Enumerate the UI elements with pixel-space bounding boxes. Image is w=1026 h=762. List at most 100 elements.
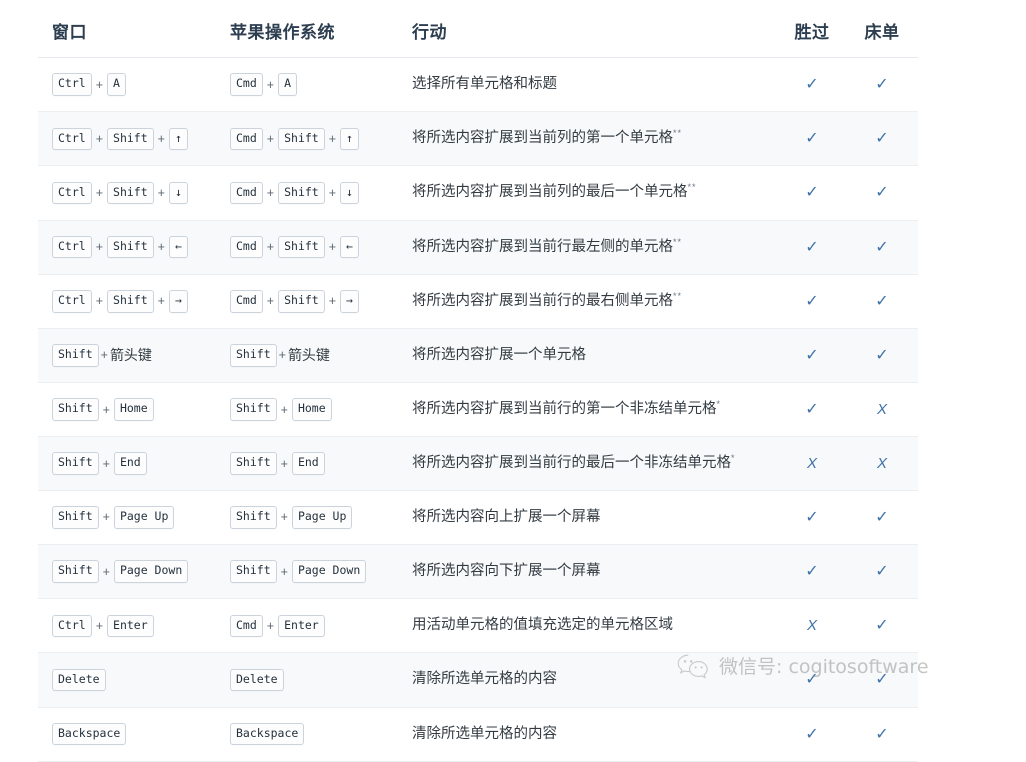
- key-cap: Shift: [278, 127, 325, 151]
- cross-icon: X: [806, 616, 817, 634]
- cell-action-description: 将所选内容扩展到当前行的最后一个非冻结单元格*: [398, 437, 778, 491]
- key-cap: Page Down: [113, 560, 189, 583]
- cell-excel-support: ✓: [778, 383, 846, 437]
- check-icon: ✓: [805, 671, 819, 689]
- cell-sheets-support: X: [846, 437, 918, 491]
- key-cap: End: [291, 452, 325, 475]
- table-row: Shift + End Shift + End 将所选内容扩展到当前行的最后一个非冻结单元格…: [38, 436, 918, 491]
- key-separator: +: [280, 564, 288, 579]
- cell-excel-support: ✓: [778, 653, 846, 707]
- cell-action-description: 将所选内容扩展到当前列的第一个单元格**: [398, 112, 778, 166]
- cell-action-description: 清除所选单元格的内容: [398, 653, 778, 707]
- key-separator: +: [266, 185, 275, 200]
- key-cap: Ctrl: [52, 73, 92, 96]
- cell-action-description: 清除所选单元格的内容: [398, 707, 778, 761]
- cell-sheets-support: X: [846, 383, 918, 437]
- key-separator: +: [266, 131, 275, 146]
- key-separator: +: [157, 185, 165, 200]
- cell-windows-shortcut: Shift + Page Up: [38, 490, 216, 544]
- key-cap: Shift: [52, 452, 99, 475]
- key-cap: Shift: [230, 398, 277, 421]
- key-cap: Enter: [278, 614, 325, 638]
- cell-sheets-support: ✓: [846, 58, 918, 112]
- key-cap: ↑: [168, 127, 188, 151]
- footnote-marker: *: [716, 399, 722, 410]
- check-icon: ✓: [805, 238, 819, 256]
- footnote-marker: **: [673, 291, 683, 301]
- key-cap: Ctrl: [52, 181, 92, 205]
- action-text: 将所选内容向上扩展一个屏幕: [412, 508, 601, 525]
- action-text: 将所选内容扩展到当前行最左侧的单元格: [412, 238, 673, 255]
- cell-windows-shortcut: Ctrl + Shift + ↑: [38, 112, 216, 166]
- key-cap: Backspace: [230, 722, 305, 746]
- cell-macos-shortcut: Cmd + Shift + →: [216, 274, 398, 328]
- key-cap: Shift: [230, 452, 277, 475]
- key-separator: +: [280, 402, 288, 417]
- cell-excel-support: X: [778, 437, 846, 491]
- table-row: Ctrl + A Cmd + A 选择所有单元格和标题 ✓ ✓: [38, 58, 918, 112]
- cell-macos-shortcut: Backspace: [216, 707, 398, 761]
- action-text: 将所选内容向下扩展一个屏幕: [412, 563, 601, 580]
- footnote-marker: **: [687, 182, 697, 193]
- table-header-row: 窗口 苹果操作系统 行动 胜过 床单: [38, 0, 918, 58]
- key-cap: Shift: [52, 560, 99, 583]
- key-cap: Delete: [52, 668, 106, 692]
- cell-macos-shortcut: Shift + 箭头键: [216, 328, 398, 382]
- check-icon: ✓: [805, 346, 819, 364]
- cell-sheets-support: ✓: [846, 112, 918, 166]
- cell-action-description: 将所选内容扩展到当前列的最后一个单元格**: [398, 166, 778, 220]
- cell-macos-shortcut: Cmd + Enter: [216, 599, 398, 653]
- key-cap: Ctrl: [52, 290, 92, 313]
- cell-excel-support: ✓: [778, 274, 846, 328]
- check-icon: ✓: [805, 725, 819, 743]
- key-separator: +: [102, 456, 110, 471]
- column-header-macos: 苹果操作系统: [216, 0, 398, 58]
- key-cap: →: [168, 290, 188, 313]
- table-row: Ctrl + Shift + ↓ Cmd + Shift + ↓ 将所选内容扩展到当前列的最后一个单…: [38, 166, 918, 221]
- shortcuts-table-container: 窗口 苹果操作系统 行动 胜过 床单 Ctrl + A Cmd + A 选择所有单元格和标题…: [38, 0, 918, 762]
- key-cap: Ctrl: [52, 235, 92, 259]
- cell-windows-shortcut: Shift + 箭头键: [38, 328, 216, 382]
- check-icon: ✓: [805, 292, 819, 310]
- key-cap: A: [107, 73, 126, 96]
- cell-windows-shortcut: Shift + End: [38, 437, 216, 491]
- cell-windows-shortcut: Shift + Page Down: [38, 545, 216, 599]
- check-icon: ✓: [875, 238, 889, 256]
- cell-sheets-support: ✓: [846, 599, 918, 653]
- action-text: 将所选内容扩展到当前列的最后一个单元格: [412, 184, 688, 201]
- table-row: Shift + Page Down Shift + Page Down 将所选内容向下扩展一…: [38, 544, 918, 599]
- check-icon: ✓: [875, 76, 889, 93]
- cell-sheets-support: ✓: [846, 545, 918, 599]
- cell-action-description: 用活动单元格的值填充选定的单元格区域: [398, 599, 778, 653]
- cell-action-description: 将所选内容扩展到当前行的最右侧单元格**: [398, 274, 778, 328]
- check-icon: ✓: [875, 617, 889, 635]
- table-row: Ctrl + Shift + → Cmd + Shift + → 将所选内容扩展到当前行的最右侧单元…: [38, 274, 918, 329]
- key-cap: Cmd: [230, 181, 263, 205]
- key-text: 箭头键: [287, 347, 330, 364]
- check-icon: ✓: [875, 292, 889, 310]
- key-cap: Shift: [278, 235, 325, 259]
- cell-excel-support: ✓: [778, 490, 846, 544]
- key-cap: Shift: [52, 344, 99, 367]
- key-cap: Shift: [52, 398, 99, 421]
- table-row: Ctrl + Enter Cmd + Enter 用活动单元格的值填充选定的单元格区域 X ✓: [38, 599, 918, 653]
- key-cap: Shift: [230, 560, 277, 583]
- check-icon: ✓: [875, 508, 889, 526]
- key-cap: Shift: [107, 127, 154, 151]
- cell-action-description: 将所选内容向下扩展一个屏幕: [398, 545, 778, 599]
- key-separator: +: [157, 240, 165, 255]
- cross-icon: X: [876, 400, 887, 418]
- key-separator: +: [102, 402, 110, 417]
- key-separator: +: [95, 77, 104, 92]
- footnote-marker: **: [673, 128, 683, 139]
- key-separator: +: [266, 294, 275, 309]
- key-cap: Shift: [107, 290, 154, 313]
- check-icon: ✓: [805, 76, 819, 93]
- check-icon: ✓: [805, 130, 819, 148]
- key-separator: +: [328, 131, 337, 146]
- cell-action-description: 将所选内容扩展一个单元格: [398, 328, 778, 382]
- cell-windows-shortcut: Delete: [38, 653, 216, 707]
- key-separator: +: [280, 456, 288, 471]
- check-icon: ✓: [805, 508, 819, 526]
- action-text: 将所选内容扩展一个单元格: [412, 347, 586, 364]
